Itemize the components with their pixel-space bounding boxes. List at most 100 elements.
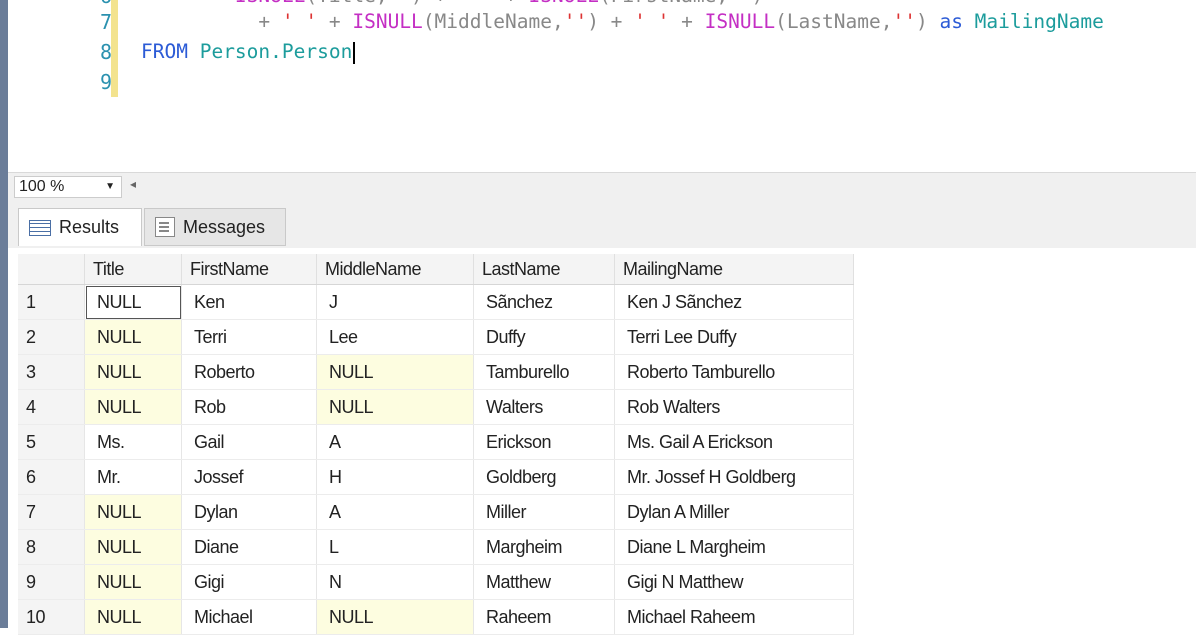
grid-cell[interactable]: NULL: [84, 494, 182, 530]
table-row[interactable]: 10 NULL Michael NULL Raheem Michael Raheem: [18, 599, 854, 635]
grid-cell[interactable]: Mr.: [84, 459, 182, 495]
grid-cell[interactable]: NULL: [84, 389, 182, 425]
table-row[interactable]: 6 Mr. Jossef H Goldberg Mr. Jossef H Goldberg: [18, 459, 854, 495]
row-number-cell[interactable]: 6: [18, 459, 85, 495]
grid-cell[interactable]: Terri Lee Duffy: [614, 319, 854, 355]
code-token: +: [317, 10, 353, 33]
table-row[interactable]: 4 NULL Rob NULL Walters Rob Walters: [18, 389, 854, 425]
code-token: (FirstName,: [599, 0, 728, 7]
grid-cell[interactable]: Lee: [316, 319, 474, 355]
row-number-cell[interactable]: 4: [18, 389, 85, 425]
grid-cell[interactable]: Mr. Jossef H Goldberg: [614, 459, 854, 495]
grid-cell[interactable]: Roberto: [181, 354, 317, 390]
grid-cell[interactable]: Miller: [473, 494, 615, 530]
zoom-dropdown[interactable]: 100 % ▼: [14, 176, 122, 198]
grid-cell[interactable]: Matthew: [473, 564, 615, 600]
grid-cell[interactable]: NULL: [84, 319, 182, 355]
grid-cell[interactable]: Gail: [181, 424, 317, 460]
change-tracking-bar: [111, 0, 118, 97]
grid-cell[interactable]: Ms. Gail A Erickson: [614, 424, 854, 460]
tab-messages-label: Messages: [183, 216, 266, 237]
code-token: +: [669, 10, 705, 33]
grid-cell[interactable]: A: [316, 494, 474, 530]
grid-cell[interactable]: L: [316, 529, 474, 565]
chevron-down-icon[interactable]: ▼: [105, 181, 115, 192]
query-editor[interactable]: ISNULL(Title,'') + ' ' + ISNULL(FirstNam…: [8, 0, 1196, 172]
table-row[interactable]: 7 NULL Dylan A Miller Dylan A Miller: [18, 494, 854, 530]
row-number-cell[interactable]: 10: [18, 599, 85, 635]
code-token: ' ': [458, 0, 493, 7]
zoom-bar: 100 % ▼ ◂: [8, 172, 1196, 202]
grid-cell[interactable]: Margheim: [473, 529, 615, 565]
column-header-middlename[interactable]: MiddleName: [316, 254, 474, 285]
grid-cell[interactable]: Erickson: [473, 424, 615, 460]
grid-cell[interactable]: Dylan A Miller: [614, 494, 854, 530]
row-number-cell[interactable]: 2: [18, 319, 85, 355]
grid-cell[interactable]: Rob Walters: [614, 389, 854, 425]
row-number-cell[interactable]: 5: [18, 424, 85, 460]
code-line[interactable]: ISNULL(Title,'') + ' ' + ISNULL(FirstNam…: [141, 0, 763, 7]
scroll-left-icon[interactable]: ◂: [130, 177, 136, 191]
grid-cell[interactable]: Goldberg: [473, 459, 615, 495]
grid-cell[interactable]: NULL: [84, 284, 182, 320]
code-token: ISNULL: [235, 0, 305, 7]
grid-cell[interactable]: Ken: [181, 284, 317, 320]
code-line[interactable]: FROM Person.Person: [141, 40, 356, 64]
grid-cell[interactable]: Ms.: [84, 424, 182, 460]
grid-cell[interactable]: Gigi: [181, 564, 317, 600]
grid-cell[interactable]: Rob: [181, 389, 317, 425]
grid-cell[interactable]: Michael Raheem: [614, 599, 854, 635]
table-row[interactable]: 3 NULL Roberto NULL Tamburello Roberto Tambur…: [18, 354, 854, 390]
table-row[interactable]: 1 NULL Ken J Sãnchez Ken J Sãnchez: [18, 284, 854, 320]
tab-results[interactable]: Results: [18, 208, 142, 246]
grid-cell[interactable]: Michael: [181, 599, 317, 635]
grid-cell[interactable]: Terri: [181, 319, 317, 355]
grid-cell[interactable]: NULL: [84, 599, 182, 635]
code-token: '': [388, 0, 411, 7]
table-row[interactable]: 2 NULL Terri Lee Duffy Terri Lee Duffy: [18, 319, 854, 355]
grid-cell[interactable]: Gigi N Matthew: [614, 564, 854, 600]
code-line[interactable]: + ' ' + ISNULL(MiddleName,'') + ' ' + IS…: [141, 10, 1104, 33]
grid-cell[interactable]: Sãnchez: [473, 284, 615, 320]
column-header-lastname[interactable]: LastName: [473, 254, 615, 285]
results-grid[interactable]: Title FirstName MiddleName LastName Mail…: [8, 248, 1196, 635]
grid-cell[interactable]: NULL: [84, 529, 182, 565]
grid-cell[interactable]: NULL: [316, 389, 474, 425]
grid-cell[interactable]: NULL: [84, 564, 182, 600]
grid-cell[interactable]: Diane L Margheim: [614, 529, 854, 565]
tab-messages[interactable]: Messages: [144, 208, 286, 246]
grid-cell[interactable]: Duffy: [473, 319, 615, 355]
results-table[interactable]: Title FirstName MiddleName LastName Mail…: [18, 254, 854, 635]
grid-cell[interactable]: N: [316, 564, 474, 600]
grid-cell[interactable]: Walters: [473, 389, 615, 425]
grid-cell[interactable]: Tamburello: [473, 354, 615, 390]
code-token: MailingName: [962, 10, 1104, 33]
grid-cell[interactable]: Diane: [181, 529, 317, 565]
table-row[interactable]: 9 NULL Gigi N Matthew Gigi N Matthew: [18, 564, 854, 600]
row-number-cell[interactable]: 8: [18, 529, 85, 565]
code-token: ISNULL: [352, 10, 423, 33]
grid-cell[interactable]: Ken J Sãnchez: [614, 284, 854, 320]
table-row[interactable]: 5 Ms. Gail A Erickson Ms. Gail A Erickson: [18, 424, 854, 460]
grid-cell[interactable]: Roberto Tamburello: [614, 354, 854, 390]
corner-header[interactable]: [18, 254, 85, 285]
grid-cell[interactable]: Raheem: [473, 599, 615, 635]
grid-cell[interactable]: Jossef: [181, 459, 317, 495]
row-number-cell[interactable]: 3: [18, 354, 85, 390]
row-number-cell[interactable]: 7: [18, 494, 85, 530]
grid-cell[interactable]: Dylan: [181, 494, 317, 530]
grid-cell[interactable]: A: [316, 424, 474, 460]
row-number-cell[interactable]: 9: [18, 564, 85, 600]
grid-cell[interactable]: NULL: [84, 354, 182, 390]
column-header-firstname[interactable]: FirstName: [181, 254, 317, 285]
column-header-title[interactable]: Title: [84, 254, 182, 285]
grid-cell[interactable]: H: [316, 459, 474, 495]
line-number: 8: [99, 40, 112, 64]
grid-cell[interactable]: NULL: [316, 599, 474, 635]
row-number-cell[interactable]: 1: [18, 284, 85, 320]
table-row[interactable]: 8 NULL Diane L Margheim Diane L Margheim: [18, 529, 854, 565]
column-header-mailingname[interactable]: MailingName: [614, 254, 854, 285]
grid-cell[interactable]: NULL: [316, 354, 474, 390]
grid-cell[interactable]: J: [316, 284, 474, 320]
